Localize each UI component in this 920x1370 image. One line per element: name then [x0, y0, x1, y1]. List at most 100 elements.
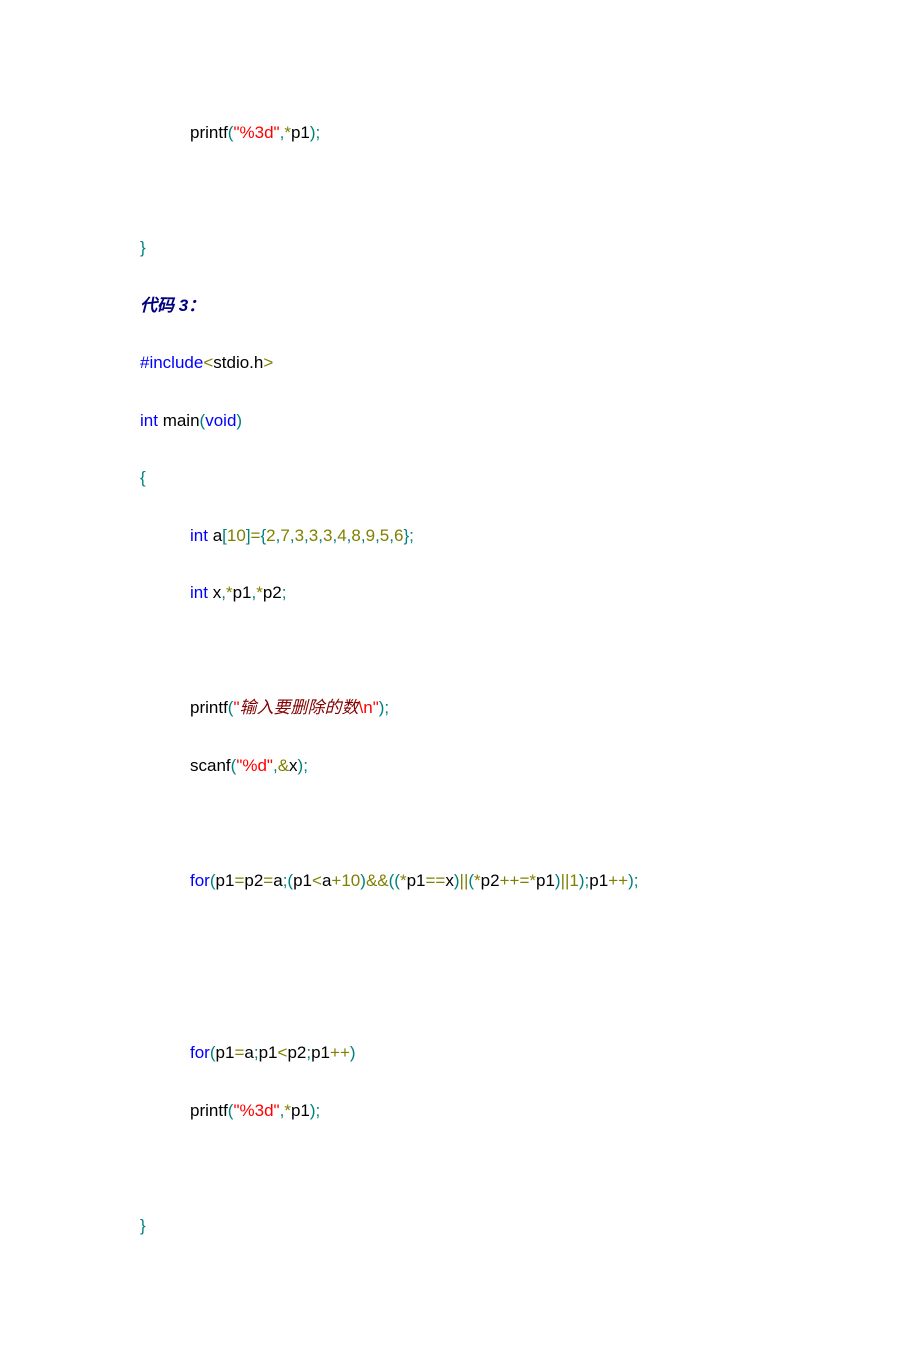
code-token: scanf	[190, 756, 231, 775]
code-token: p1	[293, 871, 312, 890]
code-line: printf("%3d",*p1);	[140, 1098, 780, 1124]
code-line	[140, 1155, 780, 1181]
code-line: printf("%3d",*p1);	[140, 120, 780, 146]
code-token: p1	[589, 871, 608, 890]
code-token: )	[350, 1043, 356, 1062]
code-token: ;	[282, 583, 287, 602]
code-token: ++	[330, 1043, 350, 1062]
code-token: p1	[259, 1043, 278, 1062]
code-line	[140, 810, 780, 836]
code-token: "%d"	[236, 756, 273, 775]
code-token: p1	[216, 871, 235, 890]
code-line: int main(void)	[140, 408, 780, 434]
code-token: 3	[309, 526, 318, 545]
code-token: \n"	[359, 698, 379, 717]
code-token: >	[263, 353, 273, 372]
code-token: }	[140, 1216, 146, 1235]
code-token: main	[158, 411, 200, 430]
code-token: &	[278, 756, 289, 775]
code-token: <	[312, 871, 322, 890]
code-token: 7	[280, 526, 289, 545]
code-token: "%3d"	[233, 1101, 279, 1120]
code-token: }	[140, 238, 146, 257]
code-token: p1	[536, 871, 555, 890]
code-token: 10	[227, 526, 246, 545]
code-token: p1	[311, 1043, 330, 1062]
code-line: #include<stdio.h>	[140, 350, 780, 376]
code-token: 9	[366, 526, 375, 545]
code-token: #include	[140, 353, 203, 372]
code-token: ++	[608, 871, 628, 890]
code-token: 3	[295, 526, 304, 545]
code-line: }	[140, 1213, 780, 1239]
code-token: for	[190, 1043, 210, 1062]
code-line	[140, 638, 780, 664]
code-token: void	[205, 411, 236, 430]
code-token: *	[284, 123, 291, 142]
code-token: p1	[291, 123, 310, 142]
code-token: ((	[389, 871, 400, 890]
code-token: 2	[266, 526, 275, 545]
code-line: int x,*p1,*p2;	[140, 580, 780, 606]
code-line: }	[140, 235, 780, 261]
code-token: *	[226, 583, 233, 602]
code-token: );	[310, 1101, 320, 1120]
code-token: ||1	[561, 871, 579, 890]
code-token: +10	[331, 871, 360, 890]
code-token: 5	[380, 526, 389, 545]
code-token: p1	[216, 1043, 235, 1062]
code-token: p1	[291, 1101, 310, 1120]
code-token: 代码 3：	[140, 296, 205, 315]
code-token: );	[298, 756, 308, 775]
code-token: );	[310, 123, 320, 142]
code-token: *	[284, 1101, 291, 1120]
code-token: p2	[287, 1043, 306, 1062]
code-token: x	[445, 871, 454, 890]
code-token: p1	[407, 871, 426, 890]
code-token: *	[400, 871, 407, 890]
code-token: int	[190, 526, 208, 545]
code-line: for(p1=a;p1<p2;p1++)	[140, 1040, 780, 1066]
code-token: )	[236, 411, 242, 430]
code-token: *	[256, 583, 263, 602]
code-token: 输入要删除的数	[240, 698, 359, 717]
code-token: *	[474, 871, 481, 890]
code-token: {	[140, 468, 146, 487]
code-token: };	[403, 526, 413, 545]
code-token: a	[322, 871, 331, 890]
code-token: printf	[190, 698, 228, 717]
code-token: &&	[366, 871, 389, 890]
code-token: int	[190, 583, 208, 602]
code-token: =	[234, 871, 244, 890]
code-token: );	[379, 698, 389, 717]
code-token: a	[273, 871, 282, 890]
code-line: 代码 3：	[140, 293, 780, 319]
code-token: p1	[233, 583, 252, 602]
code-token: p2	[263, 583, 282, 602]
code-token: x	[289, 756, 298, 775]
code-token: printf	[190, 1101, 228, 1120]
code-line	[140, 925, 780, 951]
code-line: scanf("%d",&x);	[140, 753, 780, 779]
code-token: ==	[426, 871, 446, 890]
code-token: for	[190, 871, 210, 890]
code-line	[140, 983, 780, 1009]
code-token: =	[263, 871, 273, 890]
code-line: {	[140, 465, 780, 491]
code-token: a	[244, 1043, 253, 1062]
code-token: "%3d"	[233, 123, 279, 142]
code-line	[140, 178, 780, 204]
code-token: p2	[481, 871, 500, 890]
code-token: <	[278, 1043, 288, 1062]
code-token: 4	[337, 526, 346, 545]
code-token: );	[579, 871, 589, 890]
code-token: stdio.h	[213, 353, 263, 372]
code-token: =	[234, 1043, 244, 1062]
code-token: ++=*	[500, 871, 536, 890]
code-token: p2	[244, 871, 263, 890]
code-token: =	[251, 526, 261, 545]
code-line: printf("输入要删除的数\n");	[140, 695, 780, 721]
code-token: <	[203, 353, 213, 372]
code-token: );	[628, 871, 638, 890]
code-token: a	[208, 526, 222, 545]
